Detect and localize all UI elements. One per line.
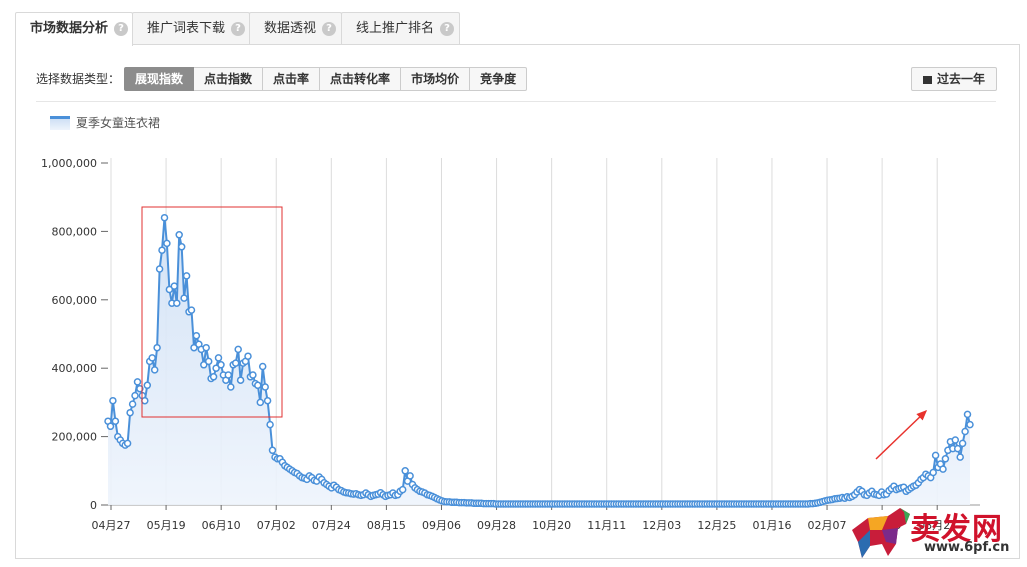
x-tick-label: 10月20 [532,519,571,532]
data-point[interactable] [143,381,152,390]
watermark: 卖发网 www.6pf.cn [848,500,1026,562]
data-point[interactable] [258,362,267,371]
data-point[interactable] [106,422,115,431]
x-tick-label: 12月25 [697,519,736,532]
data-point[interactable] [941,455,950,463]
data-point[interactable] [224,371,233,379]
data-point[interactable] [170,282,179,290]
x-tick-label: 07月24 [312,519,351,532]
data-point[interactable] [236,376,245,384]
data-point[interactable] [123,439,132,448]
data-point[interactable] [951,436,960,444]
help-icon[interactable]: ? [114,22,129,36]
data-point[interactable] [209,373,218,381]
data-point[interactable] [148,354,156,362]
x-tick-label: 04月27 [92,519,131,532]
y-tick-label: 800,000 [52,225,98,238]
data-point[interactable] [155,265,164,273]
x-tick-label: 12月03 [642,519,681,532]
trend-arrow [875,409,928,460]
data-point[interactable] [202,343,210,352]
x-tick-label: 09月06 [422,519,461,532]
x-tick-label: 11月11 [587,519,626,532]
data-point[interactable] [177,243,186,251]
data-point[interactable] [939,465,947,473]
tab-market-analysis[interactable]: 市场数据分析? [15,12,133,46]
y-tick-label: 1,000,000 [41,157,97,170]
data-point[interactable] [153,343,161,352]
data-point[interactable] [175,231,183,239]
data-point[interactable] [158,246,166,254]
data-point[interactable] [227,383,235,391]
y-tick-label: 0 [90,499,97,512]
x-tick-label: 06月10 [202,519,241,532]
data-point[interactable] [163,239,171,248]
data-point[interactable] [234,345,242,354]
data-point[interactable] [966,420,974,429]
line-chart: 0 200,000 400,000 600,000 800,000 1,000,000 0… [41,157,980,532]
x-tick-label: 09月28 [477,519,516,532]
data-point[interactable] [214,354,223,362]
y-axis: 0 200,000 400,000 600,000 800,000 1,000,000 [41,157,108,512]
data-point[interactable] [217,361,225,369]
data-point[interactable] [958,439,967,448]
y-tick-label: 400,000 [52,362,98,375]
data-point[interactable] [128,400,137,408]
data-point[interactable] [268,446,277,455]
data-point[interactable] [160,213,169,222]
data-point[interactable] [261,383,269,391]
data-point[interactable] [266,420,274,429]
tab-label: 市场数据分析 [30,21,109,36]
x-tick-label: 07月02 [257,519,296,532]
data-point[interactable] [398,485,407,494]
data-point[interactable] [263,396,272,405]
x-tick-label: 02月07 [808,519,847,532]
data-point[interactable] [931,451,940,460]
data-point[interactable] [173,299,181,307]
data-point[interactable] [133,378,142,386]
data-point[interactable] [953,444,962,453]
data-point[interactable] [956,453,964,461]
data-point[interactable] [150,366,159,374]
x-tick-label: 08月15 [367,519,406,532]
data-point[interactable] [401,467,409,475]
data-point[interactable] [963,410,972,419]
watermark-url: www.6pf.cn [924,540,1010,555]
data-point[interactable] [961,427,969,436]
data-point[interactable] [180,294,188,302]
data-point[interactable] [109,396,117,405]
data-point[interactable] [254,381,262,390]
x-axis: 04月27 05月19 06月10 07月02 07月24 08月15 09月06 09月28… [92,504,980,532]
data-point[interactable] [111,417,120,425]
data-point[interactable] [126,408,134,417]
data-point[interactable] [131,391,139,400]
y-tick-label: 200,000 [52,431,98,444]
data-point[interactable] [929,468,937,477]
data-point[interactable] [231,359,240,367]
data-point[interactable] [406,472,414,480]
x-tick-label: 05月19 [147,519,186,532]
y-tick-label: 600,000 [52,294,98,307]
data-point[interactable] [256,398,265,407]
data-point[interactable] [192,331,201,340]
data-point[interactable] [204,357,213,366]
data-point[interactable] [141,396,149,405]
data-point[interactable] [187,306,196,314]
bull-logo-icon [852,508,910,558]
data-point[interactable] [244,352,252,360]
x-tick-label: 01月16 [752,519,791,532]
data-point[interactable] [249,371,257,379]
data-point[interactable] [182,272,191,280]
